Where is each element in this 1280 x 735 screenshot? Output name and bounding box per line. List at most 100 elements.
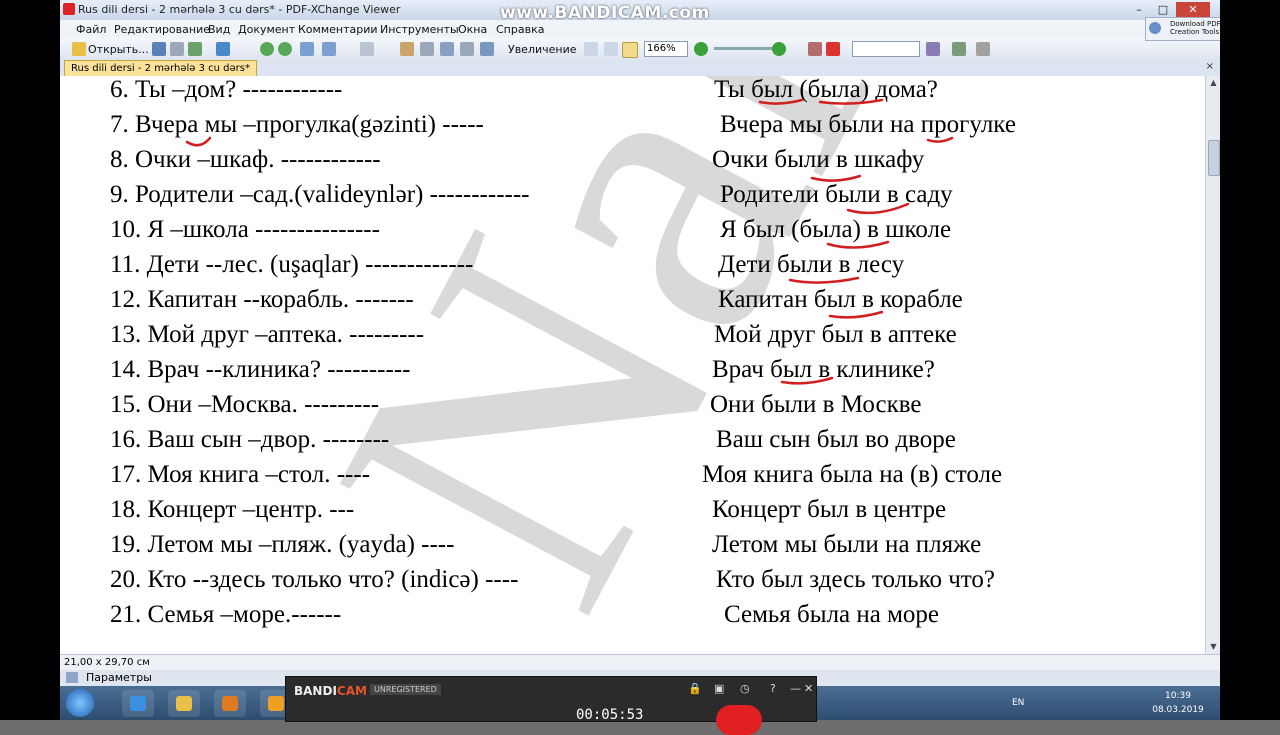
print-icon[interactable] [170,42,184,56]
zoom-mode-label[interactable]: Увеличение [508,43,577,56]
exercise-answer: Вчера мы были на прогулке [720,111,1016,138]
back-icon[interactable] [260,42,274,56]
exercise-row: 13. Мой друг –аптека. --------- Мой друг … [60,321,1205,355]
taskbar-app-media[interactable] [214,690,246,717]
minimize-button[interactable]: – [1128,2,1150,17]
left-letterbox [0,0,60,720]
exercise-row: 7. Вчера мы –прогулка(gəzinti) ----- Вчер… [60,111,1205,145]
clock-time[interactable]: 10:39 [1148,691,1208,701]
exercise-prompt: 10. Я –школа --------------- [110,216,380,243]
exercise-answer: Капитан был в корабле [718,286,963,313]
exercise-answer: Моя книга была на (в) столе [702,461,1003,488]
pen-icon[interactable] [976,42,990,56]
search-options-icon[interactable] [926,42,940,56]
menu-edit[interactable]: Редактирование [114,23,210,36]
hand-tool-icon[interactable] [400,42,414,56]
zoom-in-icon[interactable] [772,42,786,56]
exercise-prompt: 6. Ты –дом? ------------ [110,76,343,103]
menu-windows[interactable]: Окна [458,23,487,36]
exercise-prompt: 19. Летом мы –пляж. (yayda) ---- [110,531,455,558]
unregistered-badge: UNREGISTERED [370,684,441,695]
system-tray: EN 10:39 08.03.2019 [1010,686,1220,720]
menu-bar: Файл Редактирование Вид Документ Коммент… [60,20,1220,38]
download-line-1: Download PDF [1170,20,1220,28]
exercise-row: 8. Очки –шкаф. ------------ Очки были в ш… [60,146,1205,180]
exercise-row: 20. Кто --здесь только что? (indicə) ---… [60,566,1205,600]
copy-icon[interactable] [360,42,374,56]
taskbar-app-explorer[interactable] [168,690,200,717]
close-tab-icon[interactable]: × [1206,61,1214,72]
redo-icon[interactable] [322,42,336,56]
fit-page-icon[interactable] [604,42,618,56]
scroll-up-icon[interactable]: ▲ [1206,76,1220,90]
magnify-icon[interactable] [480,42,494,56]
exercise-answer: Дети были в лесу [718,251,905,278]
exercise-answer: Мой друг был в аптеке [714,321,957,348]
select-tool-icon[interactable] [460,42,474,56]
menu-help[interactable]: Справка [496,23,544,36]
record-button[interactable] [716,705,762,735]
close-button[interactable]: ✕ [1176,2,1210,17]
email-icon[interactable] [188,42,202,56]
exercise-row: 15. Они –Москва. --------- Они были в Мос… [60,391,1205,425]
menu-tools[interactable]: Инструменты [380,23,459,36]
actual-size-icon[interactable] [584,42,598,56]
maximize-button[interactable]: □ [1152,2,1174,17]
download-pdf-tools-button[interactable]: Download PDF Creation Tools [1145,17,1220,41]
undo-icon[interactable] [300,42,314,56]
language-indicator[interactable]: EN [1012,698,1024,708]
menu-comments[interactable]: Комментарии [298,23,378,36]
exercise-answer: Очки были в шкафу [712,146,925,173]
scroll-down-icon[interactable]: ▼ [1206,640,1220,654]
timer-icon[interactable]: ◷ [740,682,750,695]
title-bar[interactable]: Rus dili dersi - 2 mərhələ 3 cu dərs* - … [60,0,1220,23]
zoom-out-icon[interactable] [694,42,708,56]
open-folder-icon[interactable] [72,42,86,56]
exercise-row: 12. Капитан --корабль. ------- Капитан бы… [60,286,1205,320]
document-page[interactable]: Nal 6. Ты –дом? ------------ Ты был (была… [60,76,1205,654]
exercise-prompt: 16. Ваш сын –двор. -------- [110,426,390,453]
exercise-row: 17. Моя книга –стол. ---- Моя книга была … [60,461,1205,495]
ocr-icon[interactable] [216,42,230,56]
highlight-tool-icon[interactable] [826,42,840,56]
minimize-icon[interactable]: — [790,682,801,695]
close-icon[interactable]: ✕ [804,682,813,695]
media-player-icon [222,696,238,711]
pdf-app-icon [63,3,75,15]
document-tab[interactable]: Rus dili dersi - 2 mərhələ 3 cu dərs* [64,60,257,77]
exercise-answer: Концерт был в центре [712,496,947,523]
menu-view[interactable]: Вид [208,23,230,36]
menu-file[interactable]: Файл [76,23,106,36]
save-icon[interactable] [152,42,166,56]
bandicam-logo: BANDICAM [294,684,367,698]
exercise-answer: Летом мы были на пляже [712,531,982,558]
comment-tool-icon[interactable] [808,42,822,56]
taskbar-app-ie[interactable] [122,690,154,717]
exercise-row: 18. Концерт –центр. --- Концерт был в цен… [60,496,1205,530]
fit-width-icon[interactable] [622,42,638,58]
stamp-icon[interactable] [952,42,966,56]
scrollbar-thumb[interactable] [1208,140,1220,176]
zoom-input[interactable]: 166% [644,41,688,57]
lock-icon[interactable]: 🔒 [688,682,702,695]
globe-icon [1149,22,1161,34]
aimp-icon [268,696,284,711]
help-icon[interactable]: ? [770,682,776,695]
bandicam-widget[interactable]: BANDICAM UNREGISTERED 🔒 ▣ ◷ ? — ✕ 00:05:… [285,676,817,735]
exercise-row: 6. Ты –дом? ------------ Ты был (была) до… [60,76,1205,110]
menu-document[interactable]: Документ [238,23,295,36]
exercise-answer: Я был (была) в школе [720,216,952,243]
snapshot-icon[interactable] [440,42,454,56]
start-button[interactable] [66,689,94,717]
vertical-scrollbar[interactable]: ▲ ▼ [1205,76,1220,654]
document-tab-bar: Rus dili dersi - 2 mərhələ 3 cu dərs* × [60,60,1220,77]
select-text-icon[interactable] [420,42,434,56]
folder-icon[interactable]: ▣ [714,682,724,695]
options-panel-icon[interactable] [66,672,78,683]
exercise-prompt: 14. Врач --клиника? ---------- [110,356,411,383]
find-input[interactable] [852,41,920,57]
options-panel-label[interactable]: Параметры [86,671,152,684]
clock-date[interactable]: 08.03.2019 [1148,705,1208,715]
open-button-label[interactable]: Открыть... [88,43,149,56]
forward-icon[interactable] [278,42,292,56]
